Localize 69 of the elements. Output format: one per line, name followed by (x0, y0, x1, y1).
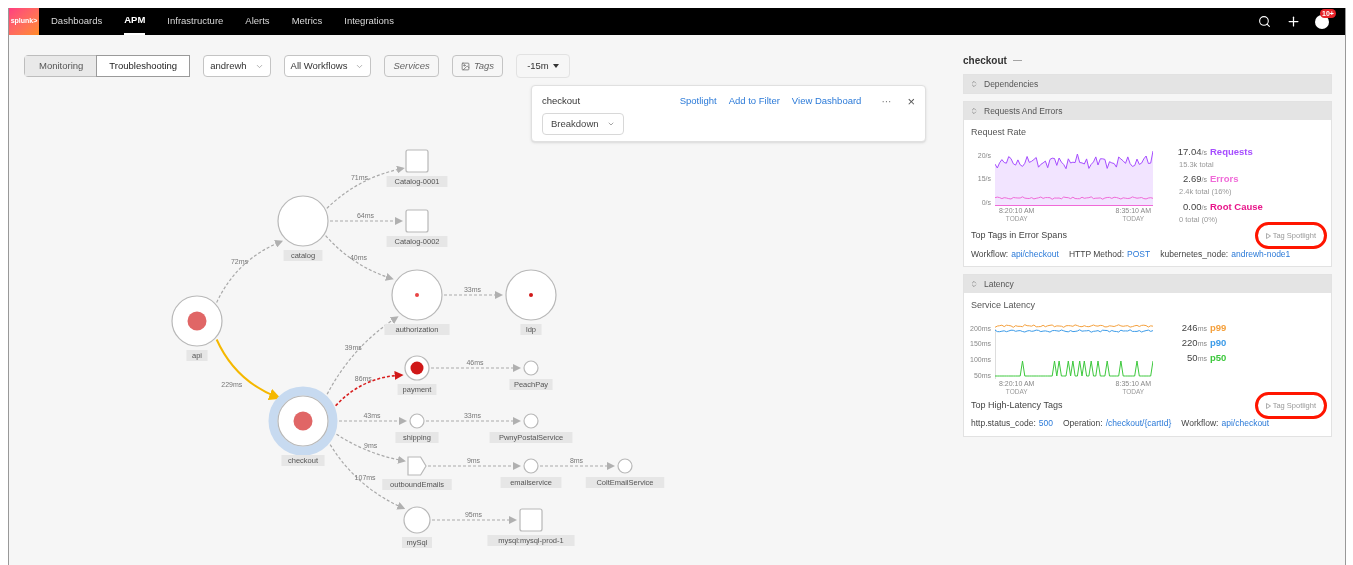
section-header[interactable]: Latency (964, 275, 1331, 294)
spotlight-icon (1265, 402, 1271, 409)
chart-title: Service Latency (971, 299, 1037, 313)
popup-link[interactable]: Spotlight (679, 94, 717, 109)
database-node[interactable] (405, 209, 429, 233)
filter-dropdown[interactable]: andrewh (203, 55, 271, 77)
popup-link[interactable]: View Dashboard (791, 94, 862, 109)
nav-tab[interactable]: Infrastructure (167, 8, 224, 35)
service-node[interactable] (505, 269, 557, 321)
mode-tab[interactable]: Troubleshooting (96, 55, 191, 77)
service-node[interactable] (391, 269, 443, 321)
service-node[interactable] (409, 413, 425, 429)
database-node[interactable] (519, 508, 543, 532)
breakdown-dropdown[interactable]: Breakdown (542, 113, 624, 135)
time-range-menu[interactable]: -15m (516, 54, 570, 78)
tag-key: Operation: (1062, 417, 1103, 430)
filter-dropdown[interactable]: All Workflows (283, 55, 372, 77)
title-dash: — (1012, 53, 1022, 67)
service-node[interactable] (268, 386, 338, 456)
tag-value-link[interactable]: 500 (1038, 417, 1053, 430)
spotlight-icon (1265, 232, 1271, 239)
legend-label: Requests (1210, 144, 1253, 159)
add-icon[interactable] (1286, 14, 1301, 29)
legend-label: p99 (1210, 320, 1227, 335)
popup-link[interactable]: Add to Filter (728, 94, 780, 109)
collapse-icon (970, 280, 978, 289)
section-header[interactable]: Requests And Errors (964, 102, 1331, 120)
service-node[interactable] (523, 360, 539, 376)
tag-key: HTTP Method: (1068, 247, 1124, 261)
nav-tab[interactable]: Metrics (291, 8, 323, 35)
popup-title: checkout (542, 94, 582, 109)
tag-value-link[interactable]: api/checkout (1011, 247, 1059, 261)
service-node[interactable] (523, 413, 539, 429)
tag-value-link[interactable]: /checkout/{cartId} (1105, 417, 1172, 430)
collapse-icon (970, 80, 978, 88)
queue-node[interactable] (407, 456, 427, 476)
nav-tab[interactable]: Dashboards (51, 8, 103, 35)
search-icon[interactable] (1258, 15, 1271, 28)
database-node[interactable] (405, 149, 429, 173)
tag-key: http.status_code: (971, 417, 1036, 430)
chevron-icon (606, 120, 615, 128)
close-button[interactable]: × (907, 95, 915, 108)
legend-label: p90 (1210, 336, 1227, 350)
service-node[interactable] (523, 458, 539, 474)
tag-value-link[interactable]: api/checkout (1221, 417, 1270, 430)
legend-label: Root Cause (1210, 199, 1263, 214)
nav-tab[interactable]: Alerts (245, 8, 270, 35)
section-header[interactable]: Dependencies (964, 75, 1331, 93)
tags-toggle[interactable]: Tags (451, 55, 504, 77)
service-node[interactable] (617, 458, 633, 474)
more-button[interactable]: ··· (881, 94, 892, 109)
services-toggle[interactable]: Services (384, 55, 439, 77)
tags-title: Top Tags in Error Spans (971, 229, 1067, 242)
tags-title: Top High-Latency Tags (971, 398, 1063, 412)
legend-label: p50 (1210, 351, 1227, 366)
user-avatar[interactable] (1315, 14, 1329, 29)
tag-key: Workflow: (1181, 417, 1219, 430)
service-node[interactable] (277, 195, 329, 247)
tag-key: Workflow: (971, 247, 1009, 261)
service-node[interactable] (403, 506, 431, 534)
tag-value-link[interactable]: POST (1127, 247, 1151, 261)
chart-title: Request Rate (971, 126, 1028, 139)
nav-tab[interactable]: Integrations (344, 8, 394, 35)
panel-title: checkout (963, 54, 1007, 68)
tag-value-link[interactable]: andrewh-node1 (1231, 247, 1291, 261)
legend-label: Errors (1210, 172, 1239, 186)
caret-icon (552, 64, 559, 68)
tag-key: kubernetes_node: (1160, 247, 1229, 261)
collapse-icon (970, 107, 978, 115)
